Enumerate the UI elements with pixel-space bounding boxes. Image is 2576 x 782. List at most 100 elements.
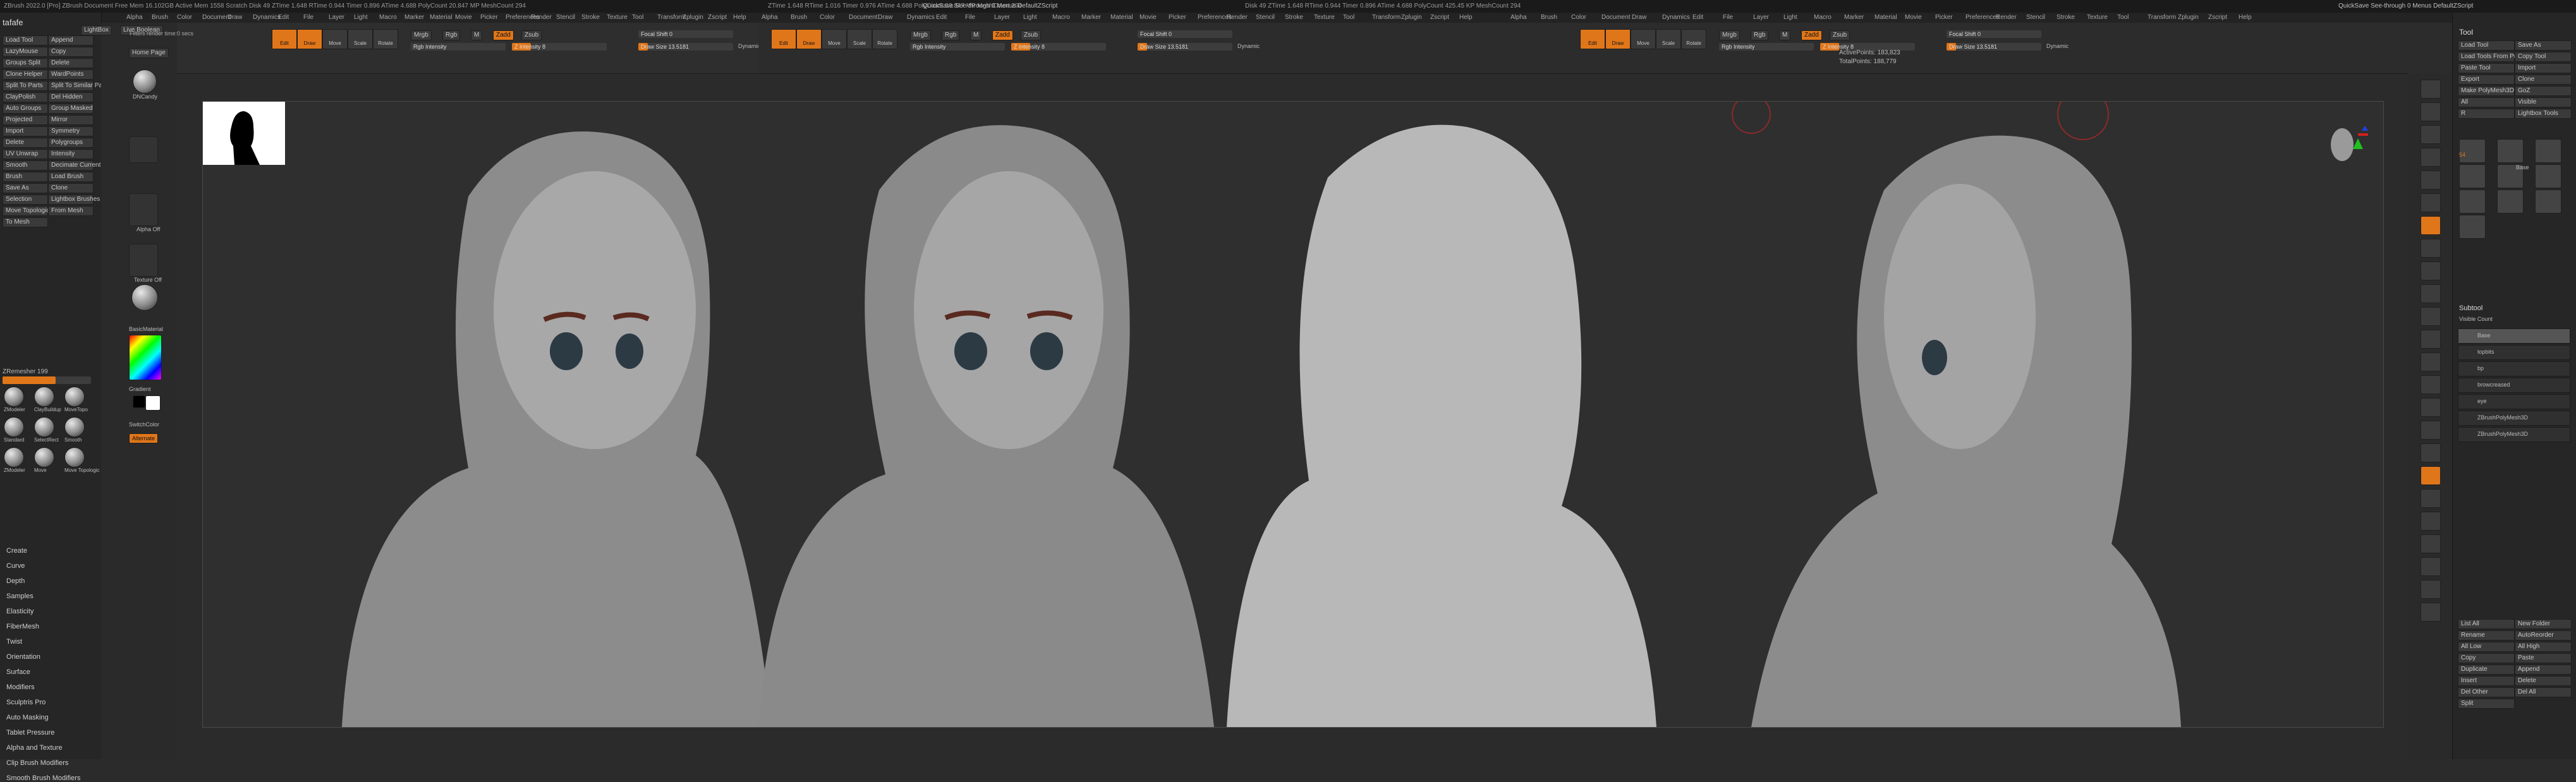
brush-sphere-icon[interactable] — [4, 387, 24, 407]
menu-item-stroke[interactable]: Stroke — [2057, 14, 2075, 21]
palette-elasticity[interactable]: Elasticity — [6, 608, 33, 615]
left-panel-button[interactable]: Group Masked — [48, 104, 94, 114]
view-tool-icon[interactable] — [2421, 352, 2441, 371]
menu-item-light[interactable]: Light — [354, 14, 368, 21]
view-tool-icon[interactable] — [2421, 239, 2441, 258]
left-panel-button[interactable]: Clone Helper — [3, 69, 48, 80]
color-picker-icon[interactable] — [129, 335, 162, 380]
menu-item-help[interactable]: Help — [733, 14, 746, 21]
menu-item-edit[interactable]: Edit — [278, 14, 289, 21]
tool-panel-button[interactable]: Visible — [2515, 97, 2572, 107]
menu-item-tool[interactable]: Tool — [632, 14, 643, 21]
axis-gizmo-icon[interactable] — [2326, 121, 2371, 165]
mode-button-move[interactable]: Move — [322, 29, 348, 49]
brush-sphere-icon[interactable] — [4, 447, 24, 467]
subtool-action-button[interactable]: Copy — [2458, 653, 2515, 663]
view-tool-icon[interactable] — [2421, 80, 2441, 99]
menu-item-picker[interactable]: Picker — [1935, 14, 1953, 21]
menu-item-marker[interactable]: Marker — [404, 14, 424, 21]
mode-button-rotate[interactable]: Rotate — [373, 29, 398, 49]
menu-item-material[interactable]: Material — [1110, 14, 1133, 21]
menu-item-stroke[interactable]: Stroke — [1285, 14, 1303, 21]
z-intensity-slider[interactable]: Z Intensity 8 — [512, 43, 607, 51]
left-panel-button[interactable]: ClayPolish — [3, 92, 48, 102]
mode-button-scale[interactable]: Scale — [348, 29, 373, 49]
subtool-action-button[interactable]: Del All — [2515, 687, 2572, 697]
left-panel-button[interactable]: UV Unwrap — [3, 149, 48, 159]
tool-panel-button[interactable]: Load Tools From Project — [2458, 52, 2529, 62]
mode-button-edit[interactable]: Edit — [771, 29, 796, 49]
subtool-action-button[interactable]: AutoReorder — [2515, 630, 2572, 641]
view-tool-icon[interactable] — [2421, 398, 2441, 417]
menu-item-brush[interactable]: Brush — [1541, 14, 1557, 21]
alpha-icon[interactable] — [129, 193, 158, 226]
mode-button-scale[interactable]: Scale — [1656, 29, 1681, 49]
palette-tablet-pressure[interactable]: Tablet Pressure — [6, 729, 54, 737]
palette-sculptris-pro[interactable]: Sculptris Pro — [6, 699, 46, 706]
menu-item-tool[interactable]: Tool — [1343, 14, 1354, 21]
view-tool-icon[interactable] — [2421, 330, 2441, 349]
menu-item-transform[interactable]: Transform — [2148, 14, 2176, 21]
rgb-intensity-slider[interactable]: Rgb Intensity — [1719, 43, 1814, 51]
menu-item-texture[interactable]: Texture — [607, 14, 628, 21]
menu-item-zplugin[interactable]: Zplugin — [1401, 14, 1422, 21]
tool-panel-button[interactable]: Export — [2458, 75, 2515, 85]
view-tool-icon[interactable] — [2421, 443, 2441, 462]
tool-thumbnail[interactable] — [2535, 189, 2561, 214]
texture-icon[interactable] — [129, 244, 158, 277]
home-page-button[interactable]: Home Page — [129, 48, 169, 58]
menu-item-material[interactable]: Material — [430, 14, 453, 21]
menu-item-light[interactable]: Light — [1783, 14, 1797, 21]
main-color-swatch[interactable] — [145, 395, 161, 411]
left-panel-button[interactable]: Groups Split — [3, 58, 48, 68]
view-tool-icon[interactable] — [2421, 262, 2441, 280]
material-icon[interactable] — [131, 284, 158, 311]
mrgb-button[interactable]: Mrgb — [411, 30, 432, 40]
menu-item-zscript[interactable]: Zscript — [2208, 14, 2227, 21]
menu-item-layer[interactable]: Layer — [994, 14, 1010, 21]
secondary-color-swatch[interactable] — [133, 395, 145, 408]
tool-panel-button[interactable]: Lightbox Tools — [2515, 109, 2572, 119]
view-tool-icon[interactable] — [2421, 375, 2441, 394]
menu-item-file[interactable]: File — [303, 14, 313, 21]
menu-item-transform[interactable]: Transform — [657, 14, 686, 21]
menu-item-light[interactable]: Light — [1023, 14, 1037, 21]
menu-item-alpha[interactable]: Alpha — [1510, 14, 1527, 21]
rgb-button[interactable]: Rgb — [1751, 30, 1769, 40]
menu-item-file[interactable]: File — [965, 14, 975, 21]
zsub-button[interactable]: Zsub — [1021, 30, 1042, 40]
left-panel-button[interactable]: Save As — [3, 183, 48, 193]
subtool-action-button[interactable]: Insert — [2458, 676, 2515, 686]
subtool-action-button[interactable]: Del Other — [2458, 687, 2515, 697]
subtool-action-button[interactable]: Paste — [2515, 653, 2572, 663]
quicksave-bar-mid[interactable]: QuickSave See-through 0 Menus DefaultZSc… — [923, 3, 1057, 9]
mode-button-edit[interactable]: Edit — [272, 29, 297, 49]
menu-item-render[interactable]: Render — [1227, 14, 1248, 21]
m-button[interactable]: M — [1779, 30, 1791, 40]
tool-thumbnail[interactable] — [2459, 189, 2486, 214]
menu-item-movie[interactable]: Movie — [455, 14, 472, 21]
left-panel-button[interactable]: Del Hidden — [48, 92, 94, 102]
view-tool-icon[interactable] — [2421, 102, 2441, 121]
tool-thumbnail[interactable] — [2459, 215, 2486, 239]
left-panel-button[interactable]: Clone — [48, 183, 94, 193]
left-panel-button[interactable]: Move Topologic — [3, 206, 49, 216]
subtool-action-button[interactable]: Append — [2515, 665, 2572, 675]
menu-item-render[interactable]: Render — [1996, 14, 2017, 21]
view-tool-icon[interactable] — [2421, 534, 2441, 553]
mode-button-rotate[interactable]: Rotate — [872, 29, 897, 49]
zsub-button[interactable]: Zsub — [521, 30, 542, 40]
left-panel-button[interactable]: Intensity — [48, 149, 94, 159]
left-panel-button[interactable]: WardPoints — [48, 69, 94, 80]
focal-shift-slider[interactable]: Focal Shift 0 — [1138, 30, 1232, 38]
subtool-action-button[interactable]: Delete — [2515, 676, 2572, 686]
left-panel-button[interactable]: Load Tool — [3, 35, 48, 45]
view-tool-icon[interactable] — [2421, 580, 2441, 599]
menu-item-color[interactable]: Color — [820, 14, 835, 21]
menu-item-marker[interactable]: Marker — [1844, 14, 1864, 21]
left-panel-button[interactable]: Polygroups — [48, 138, 94, 148]
view-tool-icon[interactable] — [2421, 193, 2441, 212]
menu-item-draw[interactable]: Draw — [228, 14, 242, 21]
menu-item-help[interactable]: Help — [2239, 14, 2252, 21]
mode-button-scale[interactable]: Scale — [847, 29, 872, 49]
